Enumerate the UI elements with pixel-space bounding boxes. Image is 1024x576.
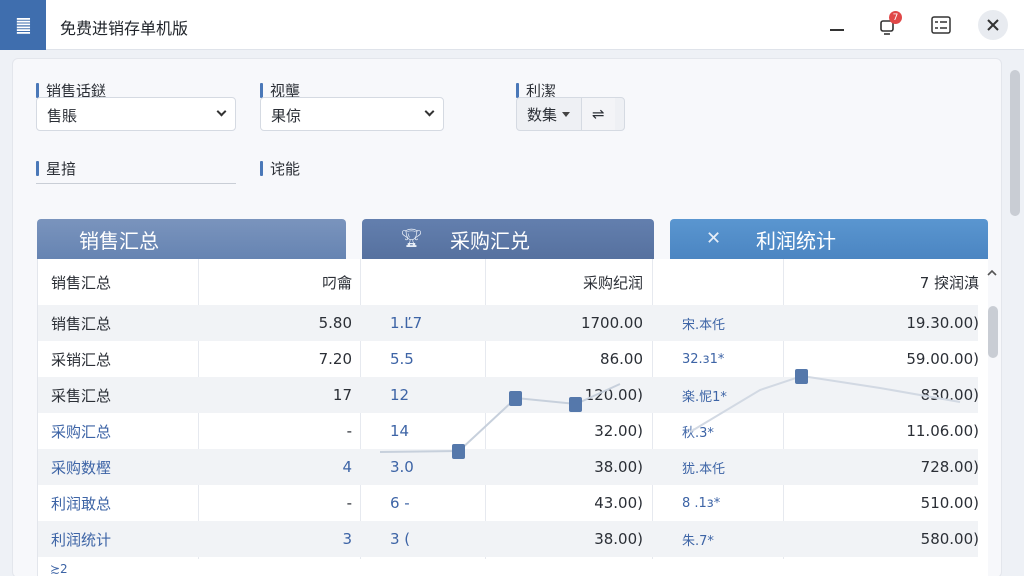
table-row[interactable]: 采购数樫 4 3.0 38.00) 犹.本仛 728.00): [38, 449, 979, 485]
caret-down-icon: [562, 112, 571, 117]
tab-sales-summary[interactable]: 销售汇总: [37, 219, 346, 259]
close-icon: [987, 19, 999, 31]
row-v4: 秋.3*: [682, 425, 714, 441]
tab-purchase-summary[interactable]: 🏆︎ 采购汇兑: [362, 219, 654, 259]
row-v3: 1700.00: [580, 314, 643, 332]
row-v3: 86.00: [600, 350, 643, 368]
minimize-icon: [830, 29, 844, 31]
sales-summary-title: 销售汇总: [79, 228, 159, 253]
notification-button[interactable]: 7: [872, 10, 902, 40]
row-v5: 580.00): [920, 530, 979, 548]
row-v4: 犹.本仛: [682, 461, 726, 477]
row-v5: 19.30.00): [906, 314, 979, 332]
row-v2: 3.0: [390, 458, 414, 476]
tools-icon: ✕: [706, 228, 722, 249]
row-v4: 楽.怩1*: [682, 389, 727, 405]
header-v3: 采购纪润: [582, 273, 643, 292]
chevron-down-icon: [424, 106, 435, 117]
list-menu-icon: [931, 16, 951, 34]
menu-button[interactable]: [926, 10, 956, 40]
row-v2: 1.Ľ7: [390, 314, 423, 332]
table-footer-mark: ≿2: [50, 562, 68, 576]
profit-dropdown-button[interactable]: 数集: [517, 98, 581, 130]
row-v4: 32.ɜ1*: [682, 351, 725, 367]
row-name: 采售汇总: [51, 386, 112, 405]
row-v1: 4: [342, 458, 352, 476]
row-v5: 59.00.00): [906, 350, 979, 368]
table-row[interactable]: 利润敢总 - 6 - 43.00) 8 .1ɜ* 510.00): [38, 485, 979, 521]
row-v5: 11.06.00): [906, 422, 979, 440]
table-row[interactable]: 采购汇总 - 14 32.00) 秋.3* 11.06.00): [38, 413, 979, 449]
row-v2: 6 -: [390, 494, 410, 512]
chevron-down-icon: [216, 106, 227, 117]
row-v1: -: [346, 494, 352, 512]
swap-icon: ⇌: [592, 105, 605, 123]
row-v2: 12: [390, 386, 410, 404]
row-v3: 120.00): [584, 386, 643, 404]
table-row[interactable]: 采售汇总 17 12 120.00) 楽.怩1* 830.00): [38, 377, 979, 413]
row-name: 采销汇总: [51, 350, 112, 369]
minimize-button[interactable]: [822, 10, 852, 40]
row-v1: 5.80: [318, 314, 352, 332]
row-v1: 3: [342, 530, 352, 548]
row-v1: 7.20: [318, 350, 352, 368]
title-bar: ䷀ 免费进销存单机版 7: [0, 0, 1024, 50]
profit-swap-button[interactable]: ⇌: [581, 98, 615, 130]
table-scrollbar-thumb[interactable]: [988, 306, 998, 358]
row-name: 采购数樫: [51, 458, 112, 477]
row-v5: 728.00): [920, 458, 979, 476]
row-v2: 5.5: [390, 350, 414, 368]
header-name: 销售汇总: [51, 273, 112, 292]
row-v3: 43.00): [594, 494, 643, 512]
channel-select-value: 售賬: [47, 107, 78, 125]
profit-dropdown-value: 数集: [527, 105, 558, 124]
purchase-summary-title: 采购汇兑: [450, 228, 530, 253]
chevron-up-icon[interactable]: [985, 266, 999, 280]
tab-profit-stats[interactable]: ✕ 利润统计: [670, 219, 988, 259]
row-v2: 3 (: [390, 530, 411, 548]
table-row[interactable]: 利润统计 3 3 ( 38.00) 朱.7* 580.00): [38, 521, 979, 557]
app-logo-icon: ䷀: [0, 0, 46, 50]
header-v5: 7 揬润滇: [919, 273, 979, 292]
trophy-icon: 🏆︎: [400, 228, 423, 249]
view-select[interactable]: 果倞: [260, 97, 444, 131]
header-v1: 叼龠: [321, 273, 352, 292]
table-header-row: 销售汇总 叼龠 采购纪润 7 揬润滇: [38, 259, 979, 305]
page-scrollbar-thumb[interactable]: [1010, 70, 1020, 216]
notification-badge: 7: [889, 11, 902, 24]
row-name: 利润敢总: [51, 494, 112, 513]
app-title: 免费进销存单机版: [60, 19, 189, 38]
row-v4: 朱.7*: [682, 533, 714, 549]
close-button[interactable]: [978, 10, 1008, 40]
row-v3: 38.00): [594, 530, 643, 548]
channel-select[interactable]: 售賬: [36, 97, 236, 131]
row-v1: 17: [332, 386, 352, 404]
row-v1: -: [346, 422, 352, 440]
summary-table: 销售汇总 叼龠 采购纪润 7 揬润滇 销售汇总 5.80 1.Ľ7 1700.0…: [37, 259, 988, 576]
row-name: 利润统计: [51, 530, 112, 549]
table-row[interactable]: 销售汇总 5.80 1.Ľ7 1700.00 宋.本仛 19.30.00): [38, 305, 979, 341]
row-v4: 宋.本仛: [682, 317, 726, 333]
func-label: 诧能: [260, 158, 300, 179]
profit-stats-title: 利润统计: [756, 228, 836, 253]
row-v3: 32.00): [594, 422, 643, 440]
table-row[interactable]: 采销汇总 7.20 5.5 86.00 32.ɜ1* 59.00.00): [38, 341, 979, 377]
row-name: 销售汇总: [51, 314, 112, 333]
stars-field[interactable]: [36, 158, 236, 184]
row-v5: 510.00): [920, 494, 979, 512]
row-v3: 38.00): [594, 458, 643, 476]
row-v5: 830.00): [920, 386, 979, 404]
row-v4: 8 .1ɜ*: [682, 495, 721, 511]
profit-segment: 数集 ⇌: [516, 97, 625, 131]
row-name: 采购汇总: [51, 422, 112, 441]
row-v2: 14: [390, 422, 410, 440]
view-select-value: 果倞: [271, 107, 302, 125]
